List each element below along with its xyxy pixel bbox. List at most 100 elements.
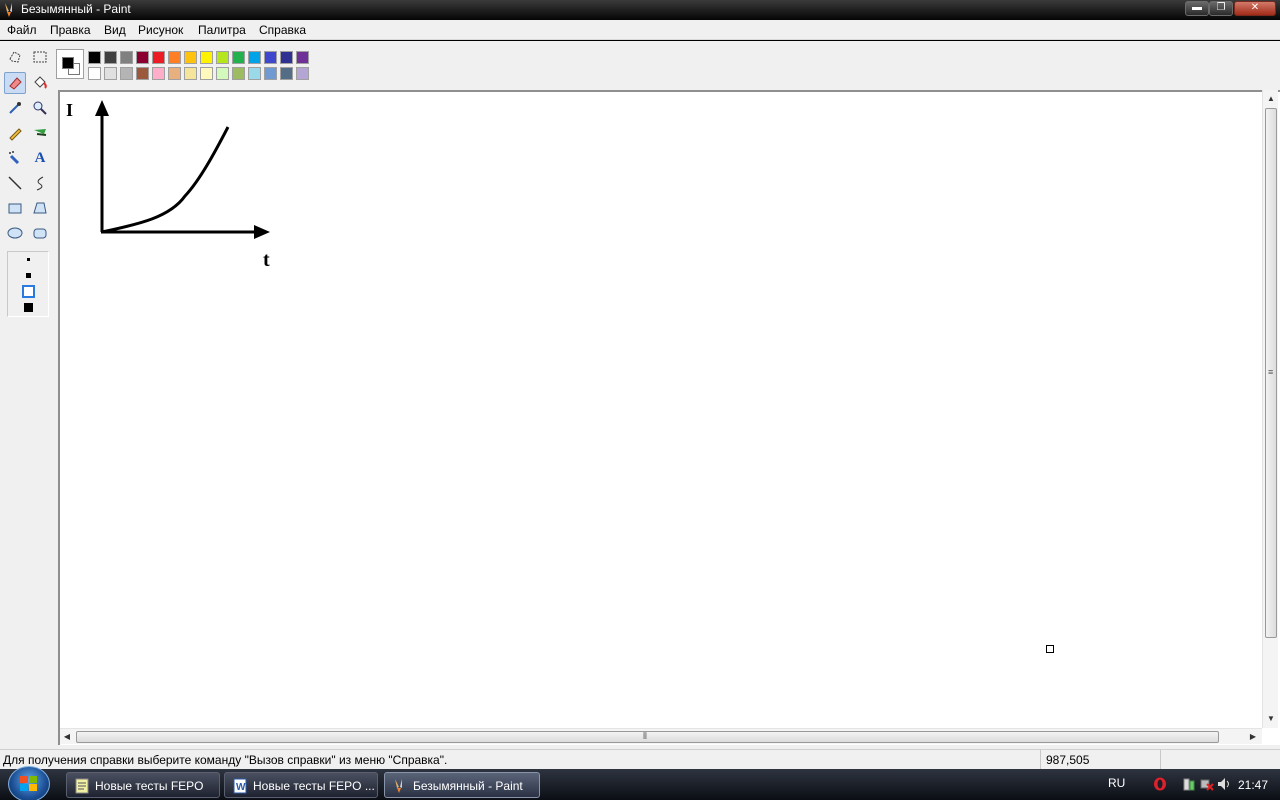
palette-swatch[interactable] bbox=[216, 67, 229, 80]
opera-icon[interactable] bbox=[1153, 776, 1167, 792]
menu-view[interactable]: Вид bbox=[104, 23, 126, 37]
device-icon[interactable] bbox=[1182, 776, 1196, 792]
menu-edit[interactable]: Правка bbox=[50, 23, 91, 37]
menu-file[interactable]: Файл bbox=[7, 23, 37, 37]
menu-image[interactable]: Рисунок bbox=[138, 23, 183, 37]
size-option-2[interactable] bbox=[26, 273, 31, 278]
palette-swatch[interactable] bbox=[104, 51, 117, 64]
foreground-color[interactable] bbox=[62, 57, 74, 69]
palette-swatch[interactable] bbox=[280, 67, 293, 80]
palette-swatch[interactable] bbox=[264, 51, 277, 64]
pencil-icon bbox=[9, 128, 22, 141]
status-coordinates-panel: 987,505 bbox=[1040, 750, 1160, 770]
ellipse-icon bbox=[7, 227, 23, 239]
tool-rect-select[interactable] bbox=[29, 46, 51, 68]
close-button[interactable]: ✕ bbox=[1234, 1, 1276, 16]
tool-pencil[interactable] bbox=[4, 122, 26, 144]
scroll-up-icon[interactable]: ▲ bbox=[1264, 94, 1278, 103]
size-option-1[interactable] bbox=[27, 258, 30, 261]
drawing-canvas[interactable]: I t bbox=[60, 92, 1260, 732]
x-axis-label: t bbox=[263, 249, 270, 271]
airbrush-icon bbox=[9, 151, 20, 165]
palette-swatch[interactable] bbox=[152, 51, 165, 64]
tool-picker[interactable] bbox=[4, 97, 26, 119]
scroll-down-icon[interactable]: ▼ bbox=[1264, 714, 1278, 723]
menu-colors[interactable]: Палитра bbox=[198, 23, 246, 37]
close-icon: ✕ bbox=[1250, 2, 1260, 13]
size-option-3-selected[interactable] bbox=[22, 285, 35, 298]
clock[interactable]: 21:47 bbox=[1238, 778, 1268, 792]
tool-text[interactable]: A bbox=[29, 147, 51, 169]
palette-swatch[interactable] bbox=[136, 51, 149, 64]
cursor-coordinates: 987,505 bbox=[1046, 753, 1090, 767]
scroll-grip-icon: ⦀ bbox=[643, 731, 647, 741]
palette-swatch[interactable] bbox=[200, 51, 213, 64]
eraser-icon bbox=[9, 77, 22, 90]
palette-swatch[interactable] bbox=[296, 51, 309, 64]
tool-rounded-rect[interactable] bbox=[29, 222, 51, 244]
tool-rectangle[interactable] bbox=[4, 197, 26, 219]
palette-swatch[interactable] bbox=[232, 51, 245, 64]
tool-curve[interactable] bbox=[29, 172, 51, 194]
palette-swatch[interactable] bbox=[168, 51, 181, 64]
palette-swatch[interactable] bbox=[104, 67, 117, 80]
language-indicator[interactable]: RU bbox=[1108, 776, 1125, 790]
palette-swatch[interactable] bbox=[232, 67, 245, 80]
tool-size-options bbox=[7, 251, 49, 317]
minimize-button[interactable]: ▬ bbox=[1185, 1, 1209, 16]
tool-airbrush[interactable] bbox=[4, 147, 26, 169]
palette-swatch[interactable] bbox=[152, 67, 165, 80]
palette-swatch[interactable] bbox=[248, 51, 261, 64]
tool-brush[interactable] bbox=[29, 122, 51, 144]
vertical-scroll-thumb[interactable]: ≡ bbox=[1265, 108, 1277, 638]
canvas-area[interactable]: I t bbox=[58, 90, 1280, 745]
palette-swatch[interactable] bbox=[296, 67, 309, 80]
rectangle-icon bbox=[8, 203, 22, 214]
horizontal-scrollbar[interactable]: ◀ ⦀ ▶ bbox=[60, 728, 1262, 744]
palette-swatch[interactable] bbox=[248, 67, 261, 80]
taskbar-item-notepad[interactable]: Новые тесты FEPO bbox=[66, 772, 220, 798]
tool-magnifier[interactable] bbox=[29, 97, 51, 119]
palette-swatch[interactable] bbox=[264, 67, 277, 80]
taskbar-item-paint[interactable]: Безымянный - Paint bbox=[384, 772, 540, 798]
scroll-right-icon[interactable]: ▶ bbox=[1246, 732, 1260, 741]
rectangle-select-icon bbox=[33, 51, 47, 63]
start-button[interactable] bbox=[8, 766, 50, 800]
palette-swatch[interactable] bbox=[120, 51, 133, 64]
palette-swatch[interactable] bbox=[184, 67, 197, 80]
tool-polygon[interactable] bbox=[29, 197, 51, 219]
tool-fill[interactable] bbox=[29, 72, 51, 94]
scroll-left-icon[interactable]: ◀ bbox=[60, 732, 74, 741]
tool-line[interactable] bbox=[4, 172, 26, 194]
palette-swatch[interactable] bbox=[168, 67, 181, 80]
tool-eraser[interactable] bbox=[4, 72, 26, 94]
palette-swatch[interactable] bbox=[88, 51, 101, 64]
volume-icon[interactable] bbox=[1217, 776, 1231, 792]
palette-swatch[interactable] bbox=[136, 67, 149, 80]
tool-free-select[interactable] bbox=[4, 46, 26, 68]
size-option-4[interactable] bbox=[24, 303, 33, 312]
curve-icon bbox=[36, 176, 44, 191]
canvas-resize-handle[interactable] bbox=[1046, 645, 1054, 653]
tool-ellipse[interactable] bbox=[4, 222, 26, 244]
palette-swatch[interactable] bbox=[184, 51, 197, 64]
menu-help[interactable]: Справка bbox=[259, 23, 306, 37]
horizontal-scroll-thumb[interactable]: ⦀ bbox=[76, 731, 1219, 743]
network-icon[interactable] bbox=[1200, 776, 1214, 792]
status-help-text: Для получения справки выберите команду "… bbox=[3, 753, 448, 767]
vertical-scrollbar[interactable]: ▲ ≡ ▼ bbox=[1262, 90, 1278, 728]
current-colors[interactable] bbox=[56, 49, 84, 79]
task-label: Новые тесты FEPO bbox=[95, 779, 204, 793]
status-size-panel bbox=[1160, 750, 1280, 770]
maximize-button[interactable]: ❐ bbox=[1209, 1, 1233, 16]
palette-swatch[interactable] bbox=[200, 67, 213, 80]
palette-swatch[interactable] bbox=[88, 67, 101, 80]
taskbar-item-word[interactable]: W Новые тесты FEPO ... bbox=[224, 772, 378, 798]
palette-swatch[interactable] bbox=[216, 51, 229, 64]
y-axis-label: I bbox=[66, 100, 73, 120]
brush-icon bbox=[34, 129, 47, 136]
line-icon bbox=[8, 176, 22, 190]
palette-swatch[interactable] bbox=[280, 51, 293, 64]
scroll-grip-icon: ≡ bbox=[1268, 367, 1274, 377]
palette-swatch[interactable] bbox=[120, 67, 133, 80]
